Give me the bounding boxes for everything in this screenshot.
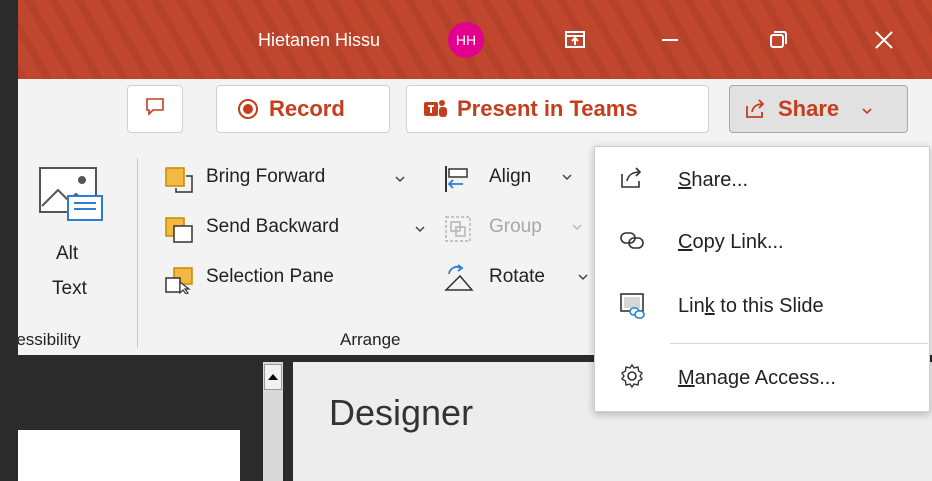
- menu-item-label: Link to this Slide: [678, 295, 824, 317]
- group-icon: [445, 216, 471, 242]
- selection-pane-label: Selection Pane: [206, 266, 334, 287]
- chevron-down-icon[interactable]: [561, 172, 573, 182]
- arrange-group-label: Arrange: [340, 330, 401, 349]
- bring-forward-label: Bring Forward: [206, 166, 326, 187]
- ribbon-display-options-icon[interactable]: [555, 20, 595, 60]
- chevron-down-icon[interactable]: [414, 224, 426, 234]
- selection-pane-icon: [165, 267, 193, 294]
- send-backward-button[interactable]: Send Backward: [164, 214, 426, 244]
- gear-icon: [621, 363, 643, 389]
- share-menu: Share... Copy Link... Link to this Slide…: [594, 146, 930, 412]
- chevron-down-icon[interactable]: [394, 174, 406, 184]
- record-label: Record: [269, 96, 345, 121]
- rotate-label: Rotate: [489, 266, 545, 287]
- present-in-teams-label: Present in Teams: [457, 96, 638, 121]
- teams-icon: [423, 97, 449, 121]
- menu-item-label: Manage Access...: [678, 367, 836, 389]
- minimize-icon[interactable]: [650, 20, 690, 60]
- menu-item-share[interactable]: Share...: [595, 151, 929, 209]
- align-label: Align: [489, 166, 532, 187]
- menu-item-copy-link[interactable]: Copy Link...: [595, 213, 929, 271]
- share-label: Share: [778, 96, 840, 121]
- bring-forward-button[interactable]: Bring Forward: [164, 164, 414, 194]
- avatar[interactable]: HH: [448, 22, 484, 58]
- close-icon[interactable]: [864, 20, 904, 60]
- group-label: Group: [489, 216, 542, 237]
- send-backward-icon: [165, 217, 193, 243]
- alt-text-label-2: Text: [52, 278, 87, 299]
- share-button[interactable]: Share: [729, 85, 908, 133]
- restore-icon[interactable]: [758, 20, 798, 60]
- menu-item-label: Share...: [678, 169, 749, 191]
- menu-item-link-to-slide[interactable]: Link to this Slide: [595, 277, 929, 335]
- alt-text-button[interactable]: [34, 162, 110, 232]
- designer-title: Designer: [329, 392, 474, 433]
- alt-text-label-1: Alt: [56, 243, 79, 264]
- send-backward-label: Send Backward: [206, 216, 340, 237]
- bring-forward-icon: [165, 167, 193, 193]
- chevron-down-icon[interactable]: [577, 272, 589, 282]
- align-icon: [445, 166, 468, 192]
- scroll-up-button[interactable]: [264, 364, 282, 390]
- menu-separator: [670, 343, 928, 344]
- rotate-button[interactable]: Rotate: [443, 264, 593, 294]
- record-button[interactable]: Record: [216, 85, 390, 133]
- alt-text-icon: [39, 167, 103, 221]
- record-icon: [237, 98, 259, 120]
- triangle-up-icon: [268, 374, 278, 380]
- selection-pane-button[interactable]: Selection Pane: [164, 264, 394, 294]
- slide-thumbnail[interactable]: [18, 430, 240, 481]
- share-icon: [744, 98, 768, 120]
- menu-item-label: Copy Link...: [678, 231, 784, 253]
- accessibility-group-label: Accessibility: [18, 330, 81, 349]
- align-button[interactable]: Align: [443, 164, 583, 194]
- group-divider: [137, 158, 138, 348]
- comments-button[interactable]: [127, 85, 183, 133]
- slide-link-icon: [620, 293, 645, 319]
- menu-item-manage-access[interactable]: Manage Access...: [595, 349, 929, 407]
- link-icon: [620, 232, 644, 249]
- rotate-icon: [444, 264, 474, 291]
- share-icon: [621, 167, 642, 188]
- comment-icon: [144, 95, 166, 123]
- group-button[interactable]: Group: [443, 214, 593, 244]
- present-in-teams-button[interactable]: Present in Teams: [406, 85, 709, 133]
- user-name[interactable]: Hietanen Hissu: [258, 30, 380, 51]
- chevron-down-icon[interactable]: [861, 96, 873, 122]
- chevron-down-icon[interactable]: [571, 222, 583, 232]
